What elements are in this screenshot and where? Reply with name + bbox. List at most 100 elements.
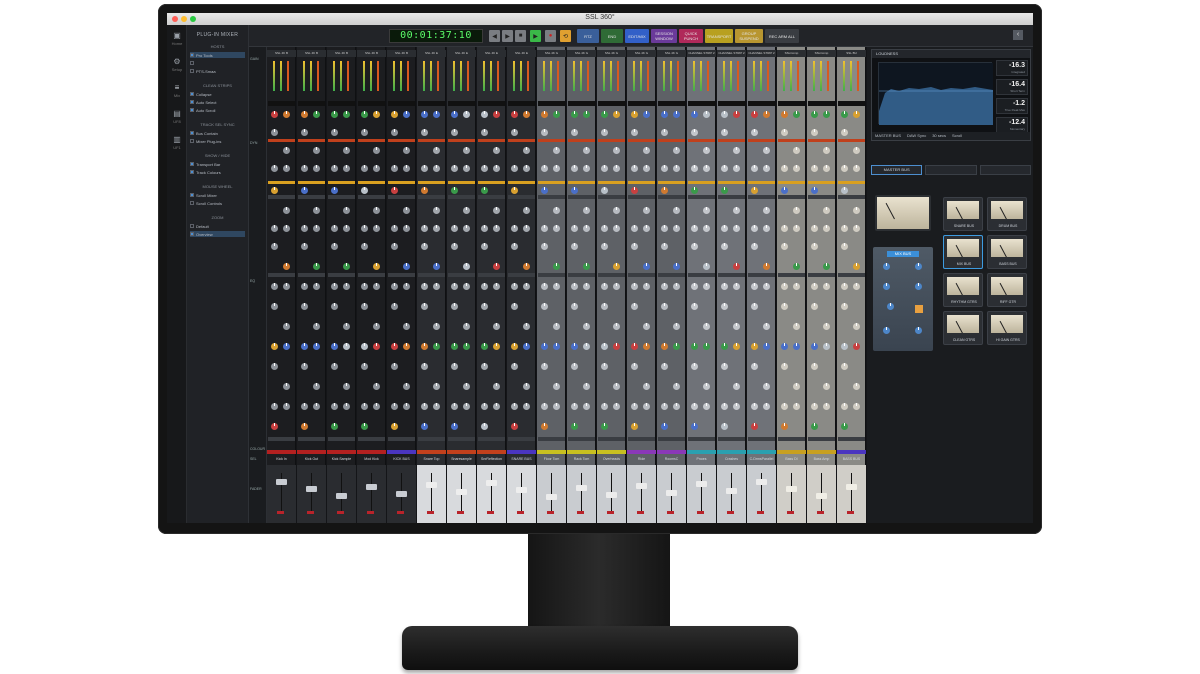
mute-button[interactable]	[427, 511, 434, 514]
strip-knob[interactable]	[613, 323, 620, 330]
strip-knob[interactable]	[781, 225, 788, 232]
strip-knob[interactable]	[841, 303, 848, 310]
strip-knob[interactable]	[691, 129, 698, 136]
bus-chip[interactable]: DRUM BUS	[987, 197, 1027, 231]
bus-comp-in-button[interactable]	[915, 305, 923, 313]
mute-button[interactable]	[577, 511, 584, 514]
mute-button[interactable]	[637, 511, 644, 514]
strip-knob[interactable]	[721, 187, 728, 194]
strip-knob[interactable]	[643, 383, 650, 390]
strip-knob[interactable]	[631, 423, 638, 430]
strip-knob[interactable]	[841, 423, 848, 430]
strip-button-row[interactable]	[328, 273, 355, 277]
strip-button-row[interactable]	[538, 273, 565, 277]
plugin-selector[interactable]: SSL 4K E	[507, 50, 536, 57]
strip-knob[interactable]	[673, 323, 680, 330]
strip-knob[interactable]	[523, 283, 530, 290]
mute-button[interactable]	[607, 511, 614, 514]
strip-knob[interactable]	[613, 207, 620, 214]
checkbox[interactable]	[190, 61, 194, 65]
strip-knob[interactable]	[583, 263, 590, 270]
strip-knob[interactable]	[421, 303, 428, 310]
loudness-footer-item[interactable]: 30 secs	[932, 132, 946, 140]
strip-knob[interactable]	[823, 263, 830, 270]
strip-knob[interactable]	[631, 403, 638, 410]
strip-knob[interactable]	[823, 111, 830, 118]
strip-knob[interactable]	[853, 403, 860, 410]
transport-btn-group-suspend[interactable]: GROUP SUSPEND	[735, 29, 763, 43]
plugin-selector[interactable]: SSL 4K G	[627, 50, 656, 57]
strip-knob[interactable]	[613, 403, 620, 410]
strip-button-row[interactable]	[388, 273, 415, 277]
strip-knob[interactable]	[703, 403, 710, 410]
strip-knob[interactable]	[331, 343, 338, 350]
strip-knob[interactable]	[301, 303, 308, 310]
option-row[interactable]: Mixer Plug-ins	[190, 138, 245, 144]
strip-knob[interactable]	[601, 423, 608, 430]
checkbox[interactable]	[190, 170, 194, 174]
strip-knob[interactable]	[643, 147, 650, 154]
loop-button[interactable]: ⟲	[560, 30, 571, 42]
track-name[interactable]: Bass DI	[777, 456, 806, 462]
strip-knob[interactable]	[433, 147, 440, 154]
strip-knob[interactable]	[301, 243, 308, 250]
strip-knob[interactable]	[463, 263, 470, 270]
strip-knob[interactable]	[631, 363, 638, 370]
strip-knob[interactable]	[451, 111, 458, 118]
strip-knob[interactable]	[541, 283, 548, 290]
strip-knob[interactable]	[613, 263, 620, 270]
strip-knob[interactable]	[421, 111, 428, 118]
strip-knob[interactable]	[781, 187, 788, 194]
strip-knob[interactable]	[391, 187, 398, 194]
strip-button-row[interactable]	[328, 437, 355, 441]
bus-tab[interactable]: MASTER BUS	[871, 165, 923, 175]
strip-knob[interactable]	[691, 343, 698, 350]
strip-knob[interactable]	[403, 225, 410, 232]
strip-knob[interactable]	[451, 363, 458, 370]
strip-knob[interactable]	[841, 243, 848, 250]
strip-knob[interactable]	[541, 111, 548, 118]
strip-knob[interactable]	[691, 225, 698, 232]
strip-knob[interactable]	[301, 165, 308, 172]
strip-knob[interactable]	[583, 165, 590, 172]
strip-knob[interactable]	[643, 225, 650, 232]
strip-knob[interactable]	[511, 187, 518, 194]
strip-knob[interactable]	[331, 165, 338, 172]
strip-knob[interactable]	[601, 225, 608, 232]
strip-knob[interactable]	[523, 147, 530, 154]
strip-button-row[interactable]	[478, 195, 505, 199]
mute-button[interactable]	[847, 511, 854, 514]
strip-knob[interactable]	[373, 283, 380, 290]
strip-knob[interactable]	[511, 243, 518, 250]
strip-knob[interactable]	[283, 323, 290, 330]
strip-knob[interactable]	[763, 283, 770, 290]
checkbox[interactable]	[190, 201, 194, 205]
strip-knob[interactable]	[403, 403, 410, 410]
strip-button-row[interactable]	[778, 273, 805, 277]
strip-knob[interactable]	[853, 111, 860, 118]
plugin-selector[interactable]: SSL 4K B	[297, 50, 326, 57]
strip-button-row[interactable]	[718, 437, 745, 441]
strip-knob[interactable]	[853, 383, 860, 390]
strip-button-row[interactable]	[358, 437, 385, 441]
strip-knob[interactable]	[823, 147, 830, 154]
strip-knob[interactable]	[343, 147, 350, 154]
strip-knob[interactable]	[511, 165, 518, 172]
mute-button[interactable]	[397, 511, 404, 514]
strip-knob[interactable]	[691, 303, 698, 310]
strip-knob[interactable]	[463, 147, 470, 154]
ratio-knob[interactable]	[887, 303, 894, 310]
strip-knob[interactable]	[643, 343, 650, 350]
strip-knob[interactable]	[583, 383, 590, 390]
nav-item-mix[interactable]: ≡ Mix	[167, 77, 187, 103]
strip-knob[interactable]	[721, 423, 728, 430]
strip-knob[interactable]	[661, 343, 668, 350]
strip-knob[interactable]	[601, 283, 608, 290]
strip-button-row[interactable]	[748, 273, 775, 277]
record-button[interactable]: ●	[545, 30, 556, 42]
strip-knob[interactable]	[691, 165, 698, 172]
strip-knob[interactable]	[331, 303, 338, 310]
strip-knob[interactable]	[403, 323, 410, 330]
strip-knob[interactable]	[433, 383, 440, 390]
option-row[interactable]: Auto Scroll	[190, 107, 245, 113]
